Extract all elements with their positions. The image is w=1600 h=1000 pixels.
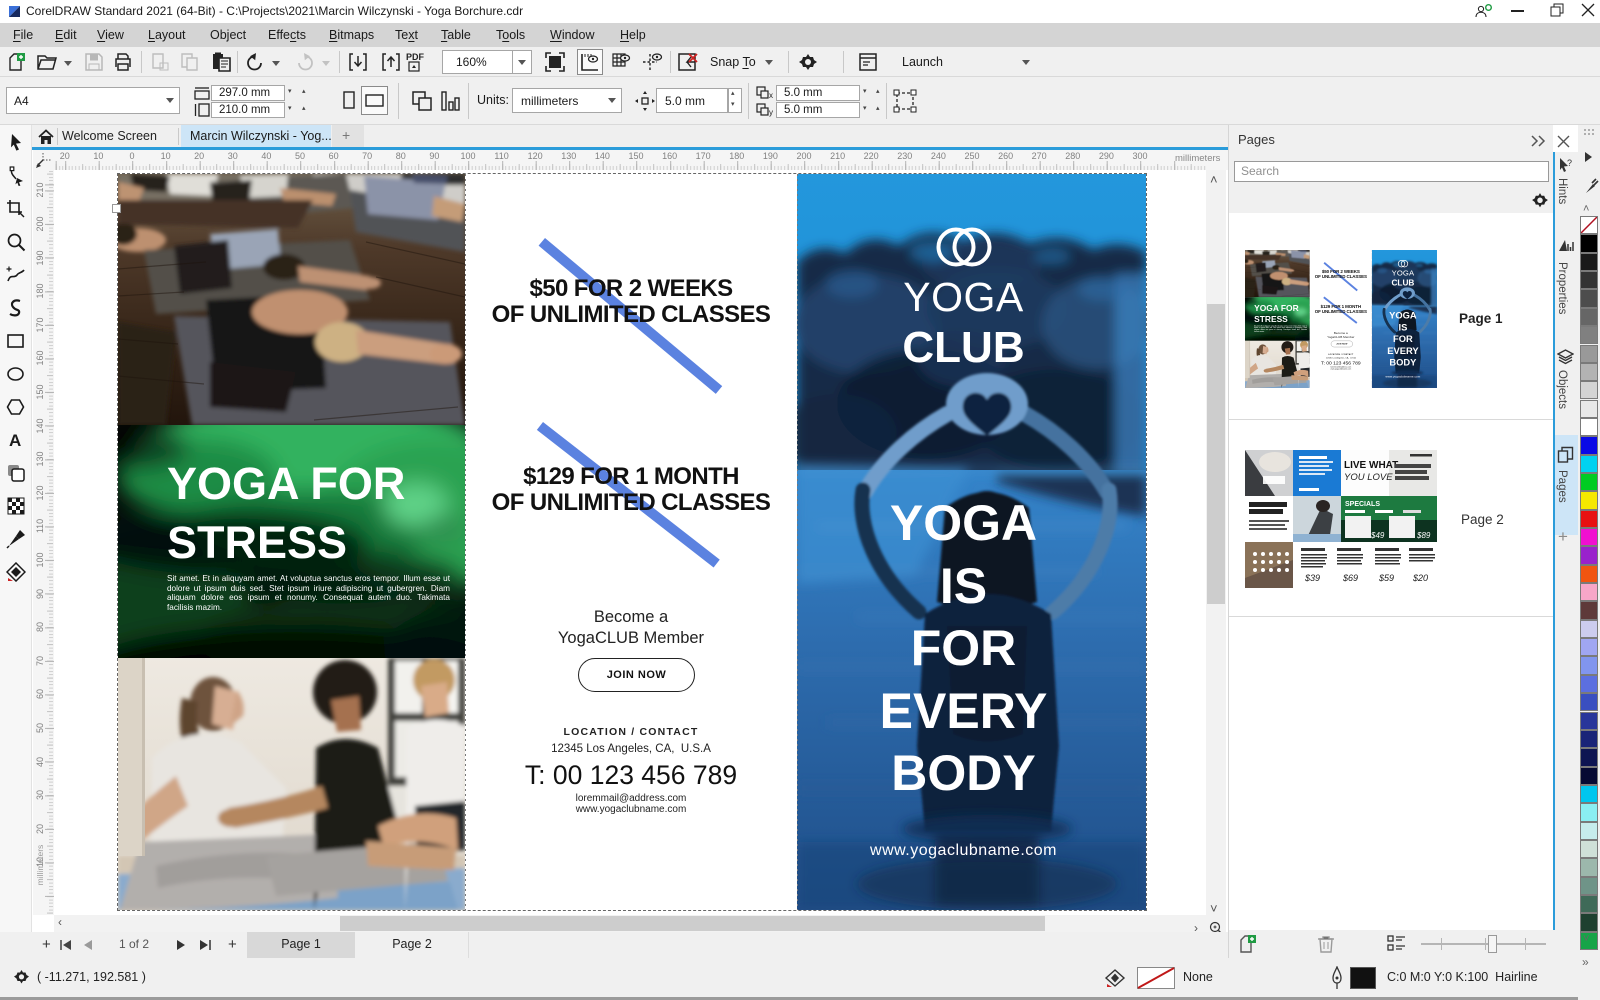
svg-text:$20: $20	[1412, 573, 1428, 583]
svg-text:YOU LOVE: YOU LOVE	[1344, 472, 1393, 483]
svg-text:$39: $39	[1304, 573, 1320, 583]
svg-text:$89: $89	[1416, 531, 1431, 540]
svg-text:$59: $59	[1378, 573, 1394, 583]
svg-text:A: A	[9, 431, 21, 450]
svg-text:LIVE WHAT: LIVE WHAT	[1344, 460, 1398, 471]
svg-text:?: ?	[1567, 158, 1572, 168]
svg-text:SPECIALS: SPECIALS	[1345, 501, 1380, 508]
svg-text:$49: $49	[1370, 531, 1385, 540]
svg-text:$69: $69	[1342, 573, 1358, 583]
